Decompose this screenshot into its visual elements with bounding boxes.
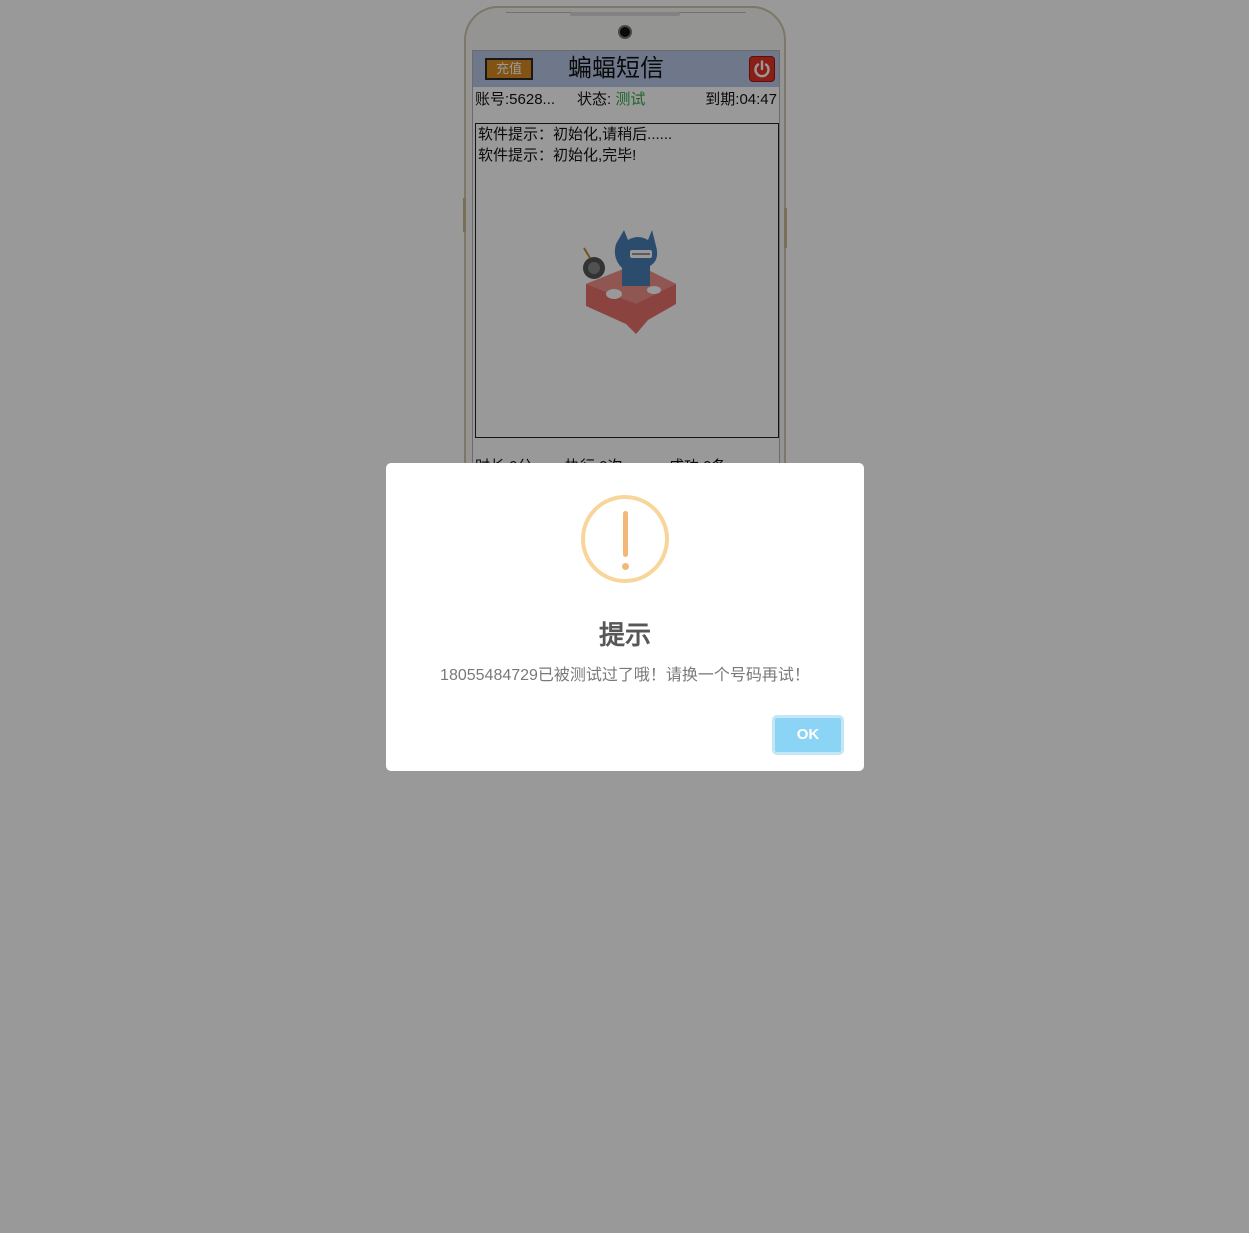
warning-icon <box>581 495 669 583</box>
page: 充值 蝙蝠短信 账号:5628... 状态: 测试 到期:04:47 软件提示：… <box>0 0 1249 1233</box>
warning-icon-dot <box>622 563 629 570</box>
dialog-title: 提示 <box>598 620 651 650</box>
dialog-message: 18055484729已被测试过了哦！请换一个号码再试！ <box>440 667 810 684</box>
alert-dialog: 提示 18055484729已被测试过了哦！请换一个号码再试！ OK <box>386 463 864 771</box>
warning-icon-bar <box>623 511 628 557</box>
ok-button[interactable]: OK <box>772 715 844 755</box>
